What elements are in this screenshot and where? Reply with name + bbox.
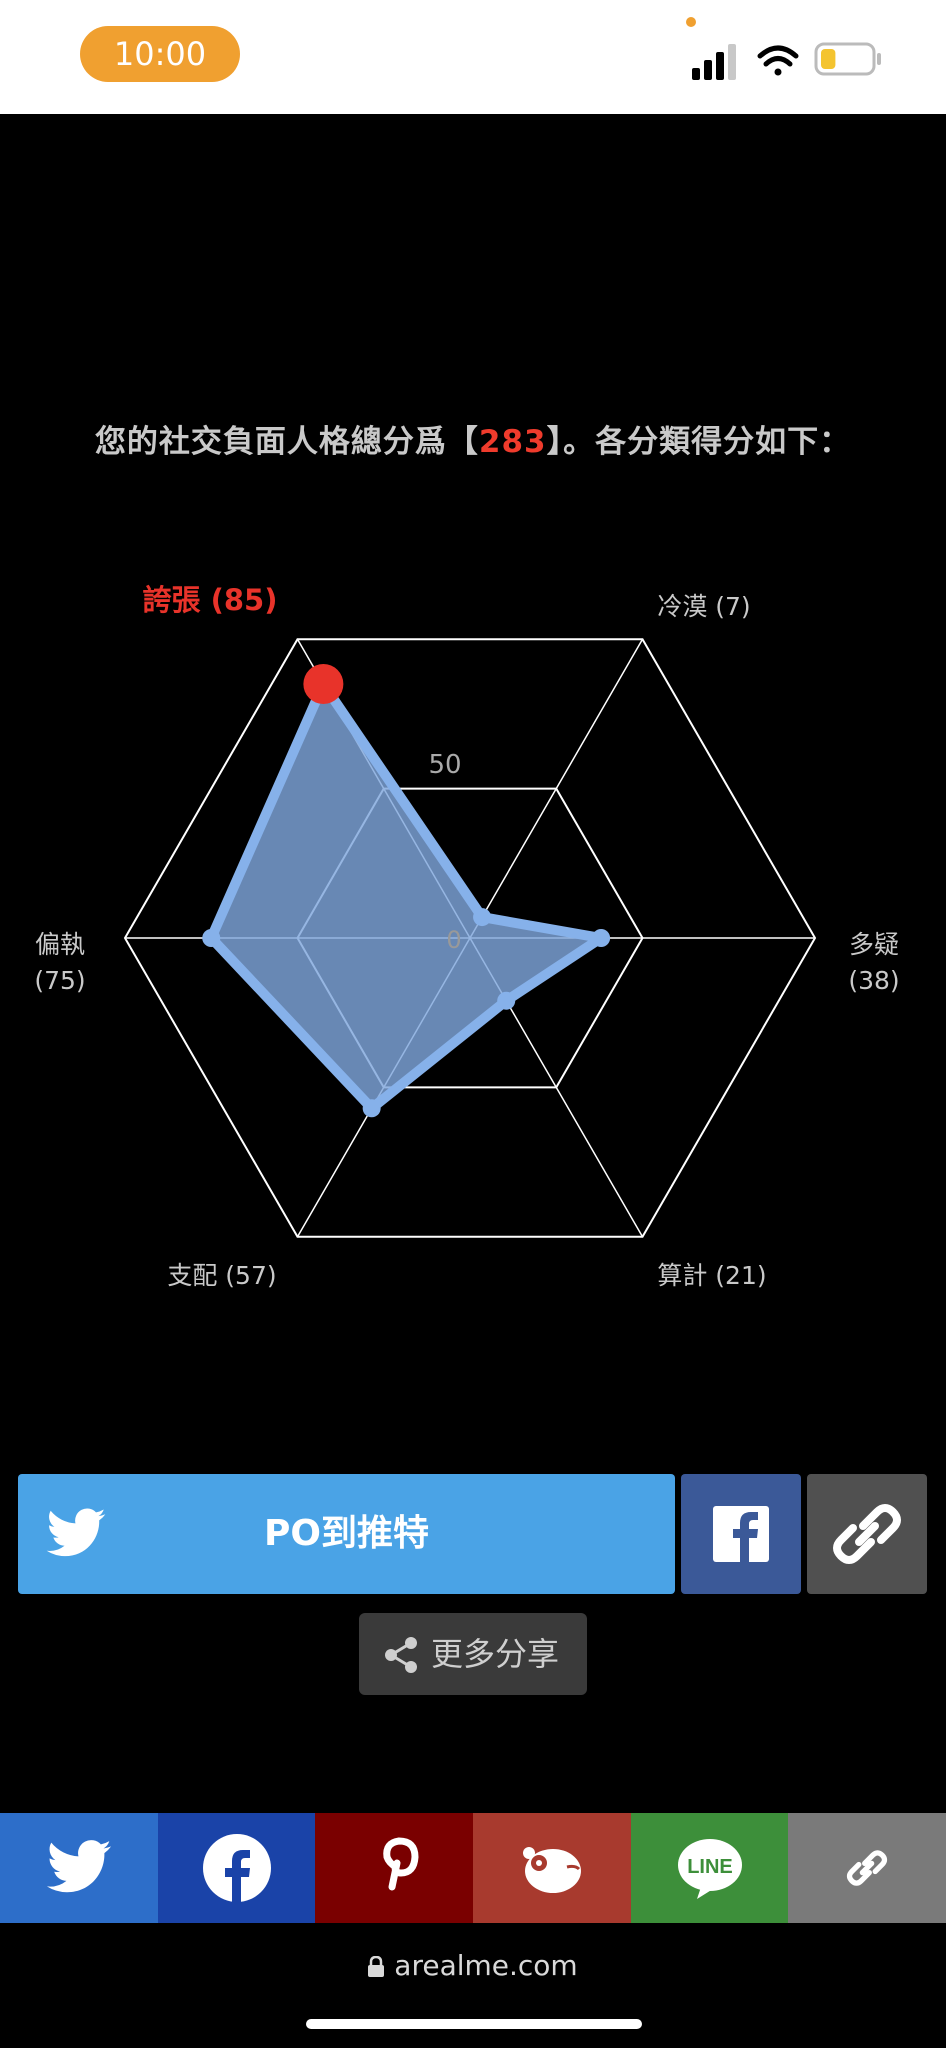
radar-center-label: 0 (446, 926, 461, 954)
twitter-icon (46, 1840, 112, 1893)
radar-axis-label-多疑-name: 多疑 (849, 930, 899, 959)
radar-axis-label-冷漠: 冷漠 (7) (657, 592, 750, 621)
copy-link-button[interactable] (807, 1474, 927, 1594)
radar-point-誇張 (303, 664, 344, 705)
browser-address-bar[interactable]: arealme.com (0, 1923, 946, 2048)
radar-point-支配 (362, 1099, 381, 1118)
url-text: arealme.com (394, 1949, 578, 1982)
share-bar: LINE (0, 1813, 946, 1923)
share-bar-plurk[interactable] (473, 1813, 631, 1923)
share-facebook-button[interactable] (681, 1474, 801, 1594)
more-share-label: 更多分享 (431, 1635, 560, 1673)
radar-series-area (206, 679, 607, 1114)
twitter-button-label: PO到推特 (264, 1513, 429, 1554)
share-bar-pinterest[interactable] (315, 1813, 474, 1923)
plurk-icon (523, 1847, 582, 1893)
radar-axis-label-支配: 支配 (57) (167, 1261, 276, 1290)
share-bar-line[interactable]: LINE (630, 1813, 789, 1923)
result-headline: 您的社交負面人格總分爲【283】。各分類得分如下： (0, 416, 946, 461)
facebook-icon (202, 1834, 271, 1903)
link-icon (847, 1850, 888, 1886)
home-indicator[interactable] (306, 2019, 642, 2029)
privacy-indicator (686, 17, 696, 27)
share-icon (385, 1637, 417, 1673)
wifi-icon (757, 45, 799, 76)
link-icon (833, 1504, 901, 1564)
facebook-icon (713, 1506, 769, 1562)
radar-point-多疑 (592, 929, 611, 947)
radar-point-算計 (497, 991, 516, 1010)
signal-icon (692, 44, 736, 80)
share-bar-facebook[interactable] (157, 1813, 316, 1923)
radar-axis-label-偏執-name: 偏執 (35, 930, 85, 959)
radar-axis-label-多疑-value: (38) (848, 966, 899, 995)
radar-point-偏執 (202, 929, 221, 947)
status-bar: 10:00 (0, 0, 946, 114)
radar-chart: 50 0 誇張 (85) 冷漠 (7) 算計 (21) 支配 (57) 多疑 (38) 偏執 (7… (34, 583, 899, 1290)
status-icons (692, 42, 881, 80)
share-bar-link[interactable] (788, 1813, 946, 1923)
more-share-button[interactable]: 更多分享 (359, 1613, 587, 1695)
battery-icon (814, 42, 881, 76)
headline-prefix: 您的社交負面人格總分爲【 (94, 424, 479, 460)
post-to-twitter-button[interactable]: PO到推特 (18, 1474, 675, 1594)
lock-icon (368, 1956, 385, 1977)
pinterest-icon (383, 1837, 419, 1891)
line-icon: LINE (677, 1839, 742, 1899)
radar-point-冷漠 (473, 908, 492, 927)
svg-text:LINE: LINE (687, 1856, 733, 1878)
share-bar-twitter[interactable] (0, 1813, 158, 1923)
radar-axis-label-偏執-value: (75) (34, 966, 85, 995)
radar-axis-label-算計: 算計 (21) (657, 1261, 766, 1290)
radar-scale-label: 50 (428, 750, 461, 780)
total-score: 283 (478, 424, 547, 460)
radar-axis-label-誇張: 誇張 (85) (143, 583, 278, 617)
url-display[interactable]: arealme.com (0, 1949, 946, 1982)
status-time: 10:00 (80, 26, 240, 82)
headline-suffix: 】。各分類得分如下： (546, 424, 852, 460)
